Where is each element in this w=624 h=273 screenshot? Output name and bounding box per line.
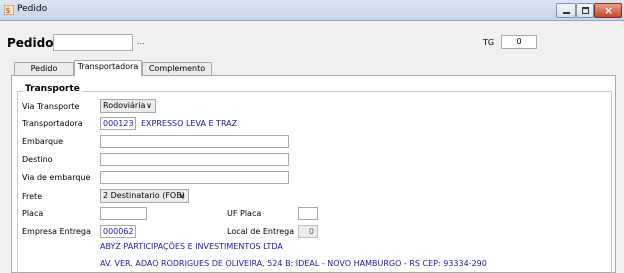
destino-input[interactable]: [100, 153, 289, 166]
via-transporte-select[interactable]: Rodoviária ∨: [100, 99, 156, 113]
uf-placa-input[interactable]: [298, 207, 318, 220]
chevron-down-icon: ∨: [179, 191, 185, 200]
destino-label: Destino: [22, 155, 53, 164]
placa-label: Placa: [22, 209, 44, 218]
maximize-button[interactable]: [576, 3, 594, 18]
transportadora-code-input[interactable]: 000123: [100, 117, 136, 130]
transporte-group-title: Transporte: [23, 84, 82, 94]
tab-transportadora[interactable]: Transportadora: [74, 60, 142, 76]
minimize-icon: [563, 12, 570, 14]
maximize-icon: [582, 7, 589, 14]
tg-input[interactable]: 0: [501, 35, 537, 49]
empresa-nome: ABYZ PARTICIPAÇÕES E INVESTIMENTOS LTDA: [100, 242, 283, 251]
via-transporte-label: Via Transporte: [22, 102, 80, 111]
minimize-button[interactable]: [556, 3, 576, 18]
window-title: Pedido: [17, 4, 48, 14]
transportadora-name: EXPRESSO LEVA E TRAZ: [141, 119, 238, 128]
pedido-input[interactable]: [53, 34, 133, 51]
via-transporte-value: Rodoviária: [103, 101, 146, 110]
empresa-endereco: AV. VER. ADAO RODRIGUES DE OLIVEIRA, 524…: [100, 259, 487, 268]
via-embarque-input[interactable]: [100, 171, 289, 184]
title-bar: $ Pedido ×: [0, 0, 624, 21]
tab-pedido[interactable]: Pedido: [14, 62, 74, 76]
empresa-entrega-code-input[interactable]: 000062: [100, 225, 136, 238]
frete-label: Frete: [22, 192, 43, 201]
local-entrega-label: Local de Entrega: [227, 227, 295, 236]
pedido-label: Pedido: [7, 36, 54, 50]
frete-value: 2 Destinatario (FOB): [103, 191, 185, 200]
pedido-lookup-button[interactable]: ...: [137, 37, 145, 46]
embarque-input[interactable]: [100, 135, 289, 148]
chevron-down-icon: ∨: [146, 101, 152, 110]
embarque-label: Embarque: [22, 137, 64, 146]
uf-placa-label: UF Placa: [227, 209, 262, 218]
close-icon: ×: [604, 4, 614, 17]
via-embarque-label: Via de embarque: [22, 173, 91, 182]
transportadora-label: Transportadora: [22, 119, 83, 128]
svg-text:$: $: [6, 6, 11, 15]
tab-panel: Transporte Via Transporte Rodoviária ∨ T…: [11, 75, 616, 273]
app-icon: $: [4, 5, 14, 15]
local-entrega-field: 0: [298, 225, 318, 238]
frete-select[interactable]: 2 Destinatario (FOB) ∨: [100, 189, 189, 203]
empresa-entrega-label: Empresa Entrega: [22, 227, 91, 236]
tab-complemento[interactable]: Complemento: [142, 62, 212, 76]
tg-label: TG: [483, 38, 495, 47]
close-button[interactable]: ×: [594, 3, 622, 18]
placa-input[interactable]: [100, 207, 147, 220]
